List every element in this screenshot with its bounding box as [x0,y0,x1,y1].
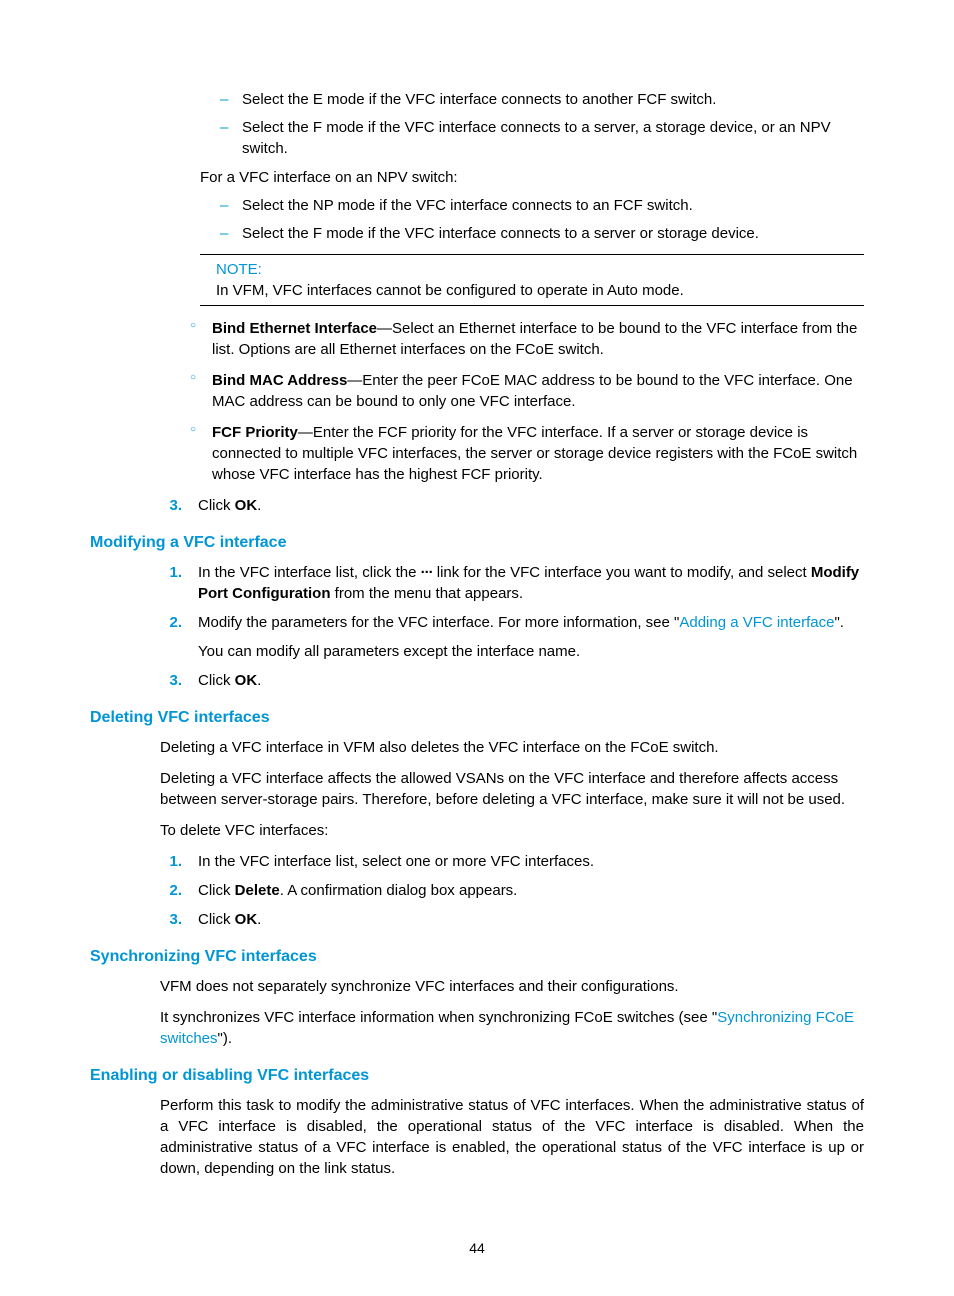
step-item: 2. Modify the parameters for the VFC int… [154,612,864,662]
button-name: OK [235,672,258,689]
npv-intro: For a VFC interface on an NPV switch: [200,167,864,188]
text: Modify the parameters for the VFC interf… [198,614,679,631]
option-name: Bind Ethernet Interface [212,320,377,337]
note-body: In VFM, VFC interfaces cannot be configu… [216,282,864,299]
step-item: 1. In the VFC interface list, click the … [154,562,864,604]
paragraph: It synchronizes VFC interface informatio… [160,1007,864,1049]
step-item: 3. Click OK. [154,909,864,930]
list-item: Bind Ethernet Interface—Select an Ethern… [190,318,864,360]
text: Select the F mode if the VFC interface c… [242,225,759,242]
text: . [257,672,261,689]
button-name: OK [235,497,258,514]
heading-modify: Modifying a VFC interface [90,534,864,552]
text: Click [198,911,235,928]
heading-delete: Deleting VFC interfaces [90,709,864,727]
heading-sync: Synchronizing VFC interfaces [90,948,864,966]
text: . [257,911,261,928]
step-item: 1. In the VFC interface list, select one… [154,851,864,872]
step-item: 3. Click OK. [154,670,864,691]
text: "). [218,1030,233,1047]
text: link for the VFC interface you want to m… [433,564,811,581]
page-container: Select the E mode if the VFC interface c… [0,0,954,1296]
text: In the VFC interface list, select one or… [198,853,594,870]
list-item: Select the NP mode if the VFC interface … [220,196,864,216]
note-box: NOTE: In VFM, VFC interfaces cannot be c… [200,254,864,306]
step-number: 2. [154,880,182,901]
list-item: Select the E mode if the VFC interface c… [220,90,864,110]
paragraph: Deleting a VFC interface in VFM also del… [160,737,864,758]
circ-wrapper: Bind Ethernet Interface—Select an Ethern… [190,318,864,485]
text: from the menu that appears. [330,585,523,602]
list-item: Select the F mode if the VFC interface c… [220,118,864,159]
paragraph: VFM does not separately synchronize VFC … [160,976,864,997]
delete-body: Deleting a VFC interface in VFM also del… [160,737,864,841]
modify-steps: 1. In the VFC interface list, click the … [154,562,864,691]
more-icon: ··· [421,564,433,581]
text: . [257,497,261,514]
text: . A confirmation dialog box appears. [280,882,518,899]
text: Select the F mode if the VFC interface c… [242,119,831,156]
text: Select the NP mode if the VFC interface … [242,197,693,214]
delete-steps: 1. In the VFC interface list, select one… [154,851,864,930]
note-wrapper: NOTE: In VFM, VFC interfaces cannot be c… [200,254,864,306]
button-name: Delete [235,882,280,899]
button-name: OK [235,911,258,928]
page-number: 44 [0,1240,954,1256]
step-number: 1. [154,851,182,872]
text: ". [834,614,844,631]
sync-body: VFM does not separately synchronize VFC … [160,976,864,1049]
text: Select the E mode if the VFC interface c… [242,91,716,108]
heading-enable: Enabling or disabling VFC interfaces [90,1067,864,1085]
extra-note: You can modify all parameters except the… [198,641,864,662]
list-item: FCF Priority—Enter the FCF priority for … [190,422,864,485]
step-number: 3. [154,670,182,691]
paragraph: To delete VFC interfaces: [160,820,864,841]
text: Click [198,672,235,689]
step-number: 1. [154,562,182,583]
text: In the VFC interface list, click the [198,564,421,581]
step-number: 3. [154,909,182,930]
option-name: Bind MAC Address [212,372,347,389]
paragraph: Perform this task to modify the administ… [160,1095,864,1179]
mode-list-block: Select the E mode if the VFC interface c… [220,90,864,244]
option-desc: —Enter the FCF priority for the VFC inte… [212,424,857,483]
text: Click [198,497,235,514]
text: Click [198,882,235,899]
text: It synchronizes VFC interface informatio… [160,1009,717,1026]
list-item: Select the F mode if the VFC interface c… [220,224,864,244]
enable-body: Perform this task to modify the administ… [160,1095,864,1179]
step-number: 3. [154,495,182,516]
step-item: 2. Click Delete. A confirmation dialog b… [154,880,864,901]
npv-mode-list: Select the NP mode if the VFC interface … [220,196,864,245]
step-item: 3. Click OK. [154,495,864,516]
paragraph: Deleting a VFC interface affects the all… [160,768,864,810]
trailing-steps: 3. Click OK. [154,495,864,516]
options-list: Bind Ethernet Interface—Select an Ethern… [190,318,864,485]
fcf-mode-list: Select the E mode if the VFC interface c… [220,90,864,159]
note-title: NOTE: [216,261,864,278]
list-item: Bind MAC Address—Enter the peer FCoE MAC… [190,370,864,412]
option-name: FCF Priority [212,424,298,441]
link-adding-vfc[interactable]: Adding a VFC interface [679,614,834,631]
step-number: 2. [154,612,182,633]
